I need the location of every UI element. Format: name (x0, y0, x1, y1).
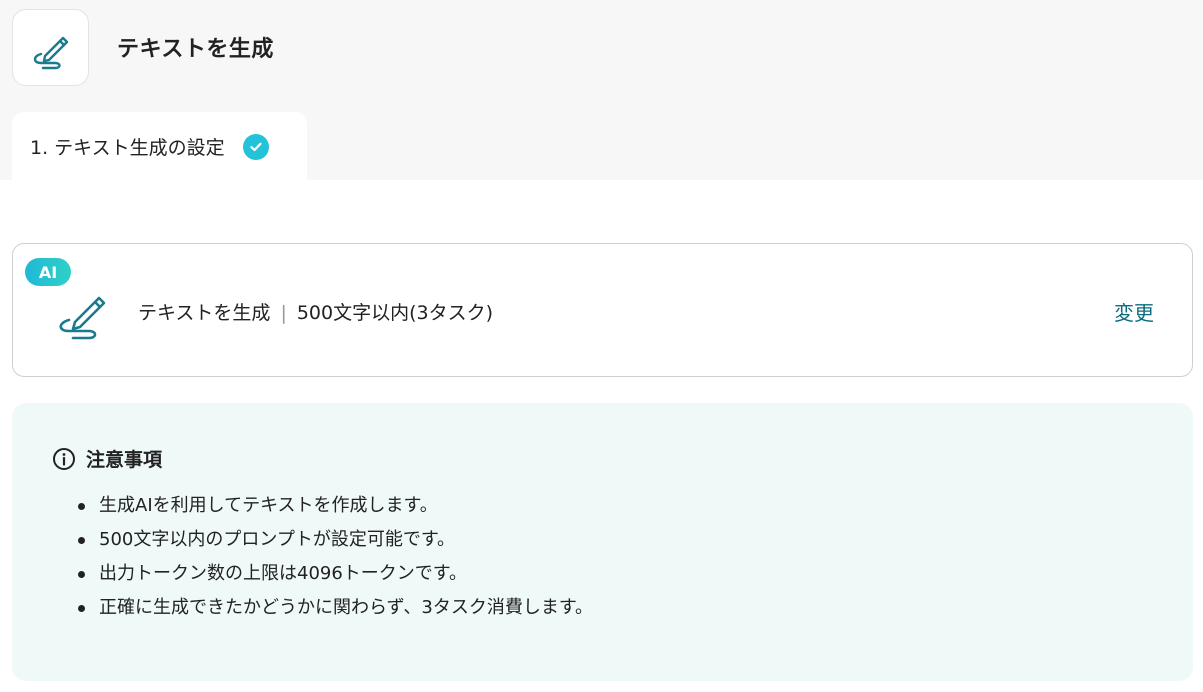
tab-text-generation-settings[interactable]: 1. テキスト生成の設定 (12, 112, 307, 181)
list-item: 正確に生成できたかどうかに関わらず、3タスク消費します。 (74, 591, 593, 625)
info-circle-icon (53, 447, 75, 470)
check-circle-icon (242, 133, 269, 160)
app-icon (12, 9, 89, 86)
notice-header: 注意事項 (52, 445, 162, 472)
action-card: AI テキストを生成 | 500文字以内(3タスク) 変更 (12, 243, 1193, 377)
action-detail: 500文字以内(3タスク) (296, 302, 494, 324)
separator: | (280, 302, 287, 324)
change-button[interactable]: 変更 (1114, 297, 1154, 326)
list-item: 500文字以内のプロンプトが設定可能です。 (74, 523, 593, 557)
pen-scribble-icon (59, 296, 106, 340)
notice-title: 注意事項 (86, 449, 163, 471)
notice-box: 注意事項 生成AIを利用してテキストを作成します。 500文字以内のプロンプトが… (12, 403, 1193, 681)
action-name: テキストを生成 (138, 302, 271, 324)
notice-list: 生成AIを利用してテキストを作成します。 500文字以内のプロンプトが設定可能で… (74, 489, 593, 625)
page-title: テキストを生成 (117, 37, 274, 62)
step-tab-label: 1. テキスト生成の設定 (30, 137, 225, 159)
pen-scribble-icon (33, 36, 68, 69)
list-item: 生成AIを利用してテキストを作成します。 (74, 489, 593, 523)
list-item: 出力トークン数の上限は4096トークンです。 (74, 557, 593, 591)
action-summary: テキストを生成 | 500文字以内(3タスク) (138, 298, 493, 325)
